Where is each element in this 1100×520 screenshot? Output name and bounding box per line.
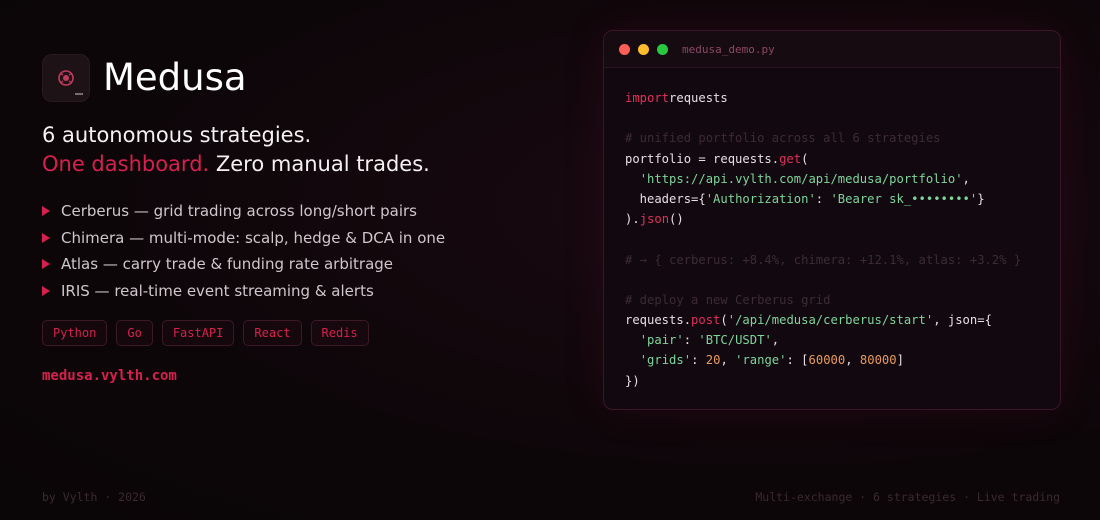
code-token: ] [896,353,904,368]
code-token: '/api/medusa/cerberus/start' [727,313,934,328]
medusa-logo [42,54,90,102]
feature-text: IRIS — real-time event streaming & alert… [61,281,374,300]
maximize-window-button[interactable] [657,43,668,55]
code-token: post [691,313,721,328]
code-token: : [ [786,353,809,368]
code-line: # → { cerberus: +8.4%, chimera: +12.1%, … [625,250,1060,270]
code-line: portfolio = requests.get( [625,149,1060,169]
code-token: 'grids' [639,353,692,368]
code-token: 'Bearer sk_••••••••' [830,191,978,206]
tech-chip: Go [116,320,153,346]
code-token: } [977,191,985,206]
tech-chip: Redis [310,320,369,346]
code-token: , [771,333,780,348]
code-token: , [962,171,970,186]
code-token: requests [669,91,728,105]
feature-text: Cerberus — grid trading across long/shor… [61,202,417,221]
code-token: portfolio = requests. [625,151,780,166]
brand-title: Medusa [103,56,247,99]
tagline-rest: Zero manual trades. [209,152,430,176]
tech-stack-chips: Python Go FastAPI React Redis [42,320,369,346]
code-editor-window: medusa_demo.py importrequests # unified … [603,30,1061,410]
code-token: : [683,333,699,348]
code-token: : [691,353,706,368]
code-token: 'pair' [639,333,684,348]
code-token: ). [625,212,640,227]
code-token: 60000 [808,353,846,368]
code-token: requests. [625,313,692,328]
code-block: importrequests # unified portfolio acros… [604,68,1060,391]
code-line: 'grids': 20, 'range': [60000, 80000] [625,350,1060,370]
editor-titlebar: medusa_demo.py [604,31,1060,68]
tech-chip: FastAPI [161,320,235,346]
code-line: headers={'Authorization': 'Bearer sk_•••… [625,189,1060,209]
code-line: 'pair': 'BTC/USDT', [625,330,1060,350]
code-line: ).json() [625,209,1060,229]
code-token: json [639,212,670,227]
code-token: 80000 [859,353,897,368]
tagline: 6 autonomous strategies. One dashboard. … [42,121,430,179]
code-line: }) [625,371,1060,391]
code-token: # unified portfolio across all 6 strateg… [625,131,941,146]
code-token: 'https://api.vylth.com/api/medusa/portfo… [639,171,963,186]
code-token: ( [720,313,728,328]
footer-credit: by Vylth · 2026 [42,490,146,504]
tech-chip: Python [42,320,108,346]
code-token: , [845,353,860,368]
code-line: 'https://api.vylth.com/api/medusa/portfo… [625,169,1060,189]
feature-item: Chimera — multi-mode: scalp, hedge & DCA… [42,225,445,252]
bullet-triangle-icon [42,285,50,296]
code-token: # deploy a new Cerberus grid [625,292,831,307]
site-link[interactable]: medusa.vylth.com [42,368,177,384]
code-token: : [815,191,831,206]
minimize-window-button[interactable] [638,43,649,55]
code-token: headers={ [625,191,706,206]
code-token: 'BTC/USDT' [698,333,772,348]
code-token: , [720,353,736,368]
code-token: # → { cerberus: +8.4%, chimera: +12.1%, … [625,252,1022,267]
feature-list: Cerberus — grid trading across long/shor… [42,198,445,304]
feature-text: Atlas — carry trade & funding rate arbit… [61,255,394,274]
feature-item: IRIS — real-time event streaming & alert… [42,278,445,305]
bullet-triangle-icon [42,232,50,243]
feature-item: Atlas — carry trade & funding rate arbit… [42,251,445,278]
tagline-line-1: 6 autonomous strategies. [42,123,312,147]
code-token: () [669,212,684,227]
code-token: ( [801,151,809,166]
code-token: 20 [705,353,721,368]
tech-chip: React [243,320,302,346]
code-token: 'range' [735,353,787,368]
code-line: # deploy a new Cerberus grid [625,290,1060,310]
code-token: }) [625,373,640,388]
code-token: import [625,91,670,105]
code-token: 'Authorization' [705,191,816,206]
footer-tagline: Multi-exchange · 6 strategies · Live tra… [755,490,1060,504]
code-token: , json={ [933,313,992,328]
tagline-highlight: One dashboard. [42,152,210,176]
logo-caption-mark [75,93,83,95]
code-line: importrequests [625,88,1060,108]
editor-filename: medusa_demo.py [682,42,775,56]
feature-item: Cerberus — grid trading across long/shor… [42,198,445,225]
code-line: # unified portfolio across all 6 strateg… [625,128,1060,148]
bullet-triangle-icon [42,259,50,270]
medusa-logo-icon [58,70,74,86]
code-line: requests.post('/api/medusa/cerberus/star… [625,310,1060,330]
tagline-line-2: One dashboard. Zero manual trades. [42,150,430,179]
feature-text: Chimera — multi-mode: scalp, hedge & DCA… [61,228,446,247]
bullet-triangle-icon [42,206,50,217]
code-token: get [779,151,802,166]
close-window-button[interactable] [619,43,630,55]
